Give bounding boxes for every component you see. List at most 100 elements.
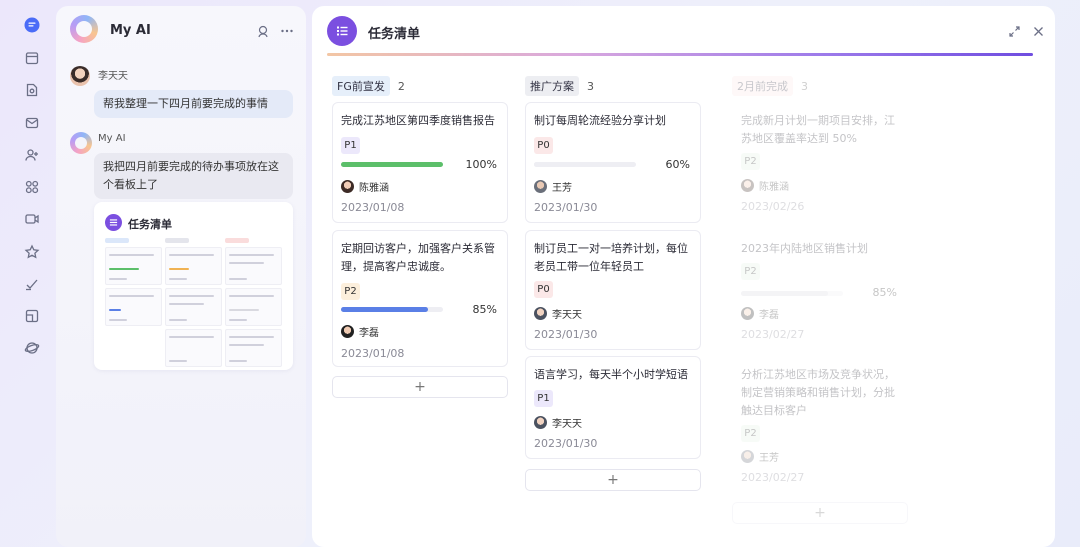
- priority-badge: P0: [534, 281, 553, 298]
- task-title: 完成新月计划一期项目安排，江苏地区覆盖率达到 50%: [741, 114, 895, 145]
- column-count: 3: [801, 79, 808, 93]
- preview-title: 任务清单: [128, 218, 172, 231]
- chat-header: My AI: [56, 6, 306, 56]
- task-title: 分析江苏地区市场及竞争状况，制定营销策略和销售计划，分批触达目标客户: [741, 368, 895, 417]
- my-ai-avatar-icon: [70, 132, 92, 154]
- assignee-avatar: [341, 180, 354, 193]
- task-title: 2023年内陆地区销售计划: [741, 242, 868, 255]
- task-date: 2023/02/27: [741, 471, 805, 484]
- assignee: 李磊: [341, 324, 379, 339]
- progress-bar: [341, 162, 443, 167]
- assignee: 李天天: [534, 306, 582, 321]
- user-name: 李天天: [98, 71, 128, 82]
- column-count: 2: [397, 79, 405, 93]
- header-accent-bar: [327, 53, 1033, 56]
- apps-icon[interactable]: [23, 178, 41, 196]
- assignee-avatar: [534, 416, 547, 429]
- star-icon[interactable]: [23, 243, 41, 261]
- priority-badge: P2: [741, 425, 760, 442]
- column-header-promo: 推广方案 3: [525, 76, 594, 96]
- assignee-avatar: [741, 179, 754, 192]
- assignee: 陈雅涵: [341, 179, 389, 194]
- task-card[interactable]: 制订员工一对一培养计划，每位老员工带一位年轻员工 P0 李天天 2023/01/…: [525, 230, 701, 350]
- more-icon[interactable]: [280, 23, 294, 37]
- approval-icon[interactable]: [23, 275, 41, 293]
- add-task-button[interactable]: +: [525, 469, 701, 491]
- column-tag: 2月前完成: [732, 76, 793, 96]
- assignee-name: 李磊: [359, 328, 379, 339]
- assignee-name: 李天天: [552, 419, 582, 430]
- assignee: 王芳: [741, 449, 779, 464]
- assignee: 王芳: [534, 179, 572, 194]
- list-icon: [327, 16, 357, 46]
- task-date: 2023/01/08: [341, 347, 405, 360]
- column-tag: 推广方案: [525, 76, 579, 96]
- progress-bar: [741, 291, 843, 296]
- task-date: 2023/01/30: [534, 437, 598, 450]
- priority-badge: P1: [534, 390, 553, 407]
- chat-title: My AI: [110, 23, 151, 38]
- progress-percent: 60%: [665, 158, 690, 171]
- task-card[interactable]: 分析江苏地区市场及竞争状况，制定营销策略和销售计划，分批触达目标客户 P2 王芳…: [732, 356, 908, 496]
- discover-icon[interactable]: [23, 339, 41, 357]
- assignee: 陈雅涵: [741, 178, 789, 193]
- my-ai-logo-icon: [70, 15, 98, 43]
- progress-percent: 85%: [472, 303, 497, 316]
- task-title: 完成江苏地区第四季度销售报告: [341, 114, 495, 127]
- user-avatar: [70, 66, 90, 86]
- board-preview-card[interactable]: 任务清单: [94, 202, 293, 370]
- task-title: 定期回访客户，加强客户关系管理，提高客户忠诚度。: [341, 242, 495, 273]
- assignee-name: 陈雅涵: [759, 182, 789, 193]
- calendar-icon[interactable]: [23, 49, 41, 67]
- priority-badge: P2: [341, 283, 360, 300]
- chat-icon[interactable]: [23, 16, 41, 34]
- column-header-feb: 2月前完成 3: [732, 76, 808, 96]
- document-icon[interactable]: [23, 81, 41, 99]
- task-title: 语言学习，每天半个小时学短语: [534, 368, 688, 381]
- new-chat-icon[interactable]: [256, 23, 270, 38]
- close-icon[interactable]: [1032, 23, 1046, 37]
- assignee-avatar: [741, 450, 754, 463]
- assignee: 李天天: [534, 415, 582, 430]
- task-board-panel: 任务清单 FG前宣发 2 完成江苏地区第四季度销售报告 P1 100% 陈雅涵 …: [312, 6, 1055, 547]
- ai-message: 我把四月前要完成的待办事项放在这个看板上了: [94, 153, 293, 199]
- assignee-name: 王芳: [552, 183, 572, 194]
- assignee-avatar: [741, 307, 754, 320]
- task-card[interactable]: 定期回访客户，加强客户关系管理，提高客户忠诚度。 P2 85% 李磊 2023/…: [332, 230, 508, 367]
- column-tag: FG前宣发: [332, 76, 390, 96]
- task-card[interactable]: 完成新月计划一期项目安排，江苏地区覆盖率达到 50% P2 陈雅涵 2023/0…: [732, 102, 908, 223]
- preview-column: [105, 238, 162, 329]
- assignee-name: 王芳: [759, 453, 779, 464]
- task-title: 制订每周轮流经验分享计划: [534, 114, 666, 127]
- add-task-button[interactable]: +: [332, 376, 508, 398]
- assignee-avatar: [341, 325, 354, 338]
- assignee-name: 陈雅涵: [359, 183, 389, 194]
- priority-badge: P0: [534, 137, 553, 154]
- contacts-icon[interactable]: [23, 146, 41, 164]
- list-icon: [105, 214, 122, 231]
- template-icon[interactable]: [23, 307, 41, 325]
- task-card[interactable]: 2023年内陆地区销售计划 P2 85% 李磊 2023/02/27: [732, 230, 908, 350]
- priority-badge: P2: [741, 263, 760, 280]
- task-card[interactable]: 完成江苏地区第四季度销售报告 P1 100% 陈雅涵 2023/01/08: [332, 102, 508, 223]
- video-icon[interactable]: [23, 210, 41, 228]
- progress-bar: [534, 162, 636, 167]
- ai-name: My AI: [98, 133, 126, 144]
- column-count: 3: [587, 79, 594, 93]
- priority-badge: P1: [341, 137, 360, 154]
- task-title: 制订员工一对一培养计划，每位老员工带一位年轻员工: [534, 242, 688, 273]
- assignee-name: 李天天: [552, 310, 582, 321]
- add-task-button[interactable]: +: [732, 502, 908, 524]
- priority-badge: P2: [741, 153, 760, 170]
- user-message: 帮我整理一下四月前要完成的事情: [94, 90, 293, 118]
- progress-percent: 100%: [465, 158, 497, 171]
- task-date: 2023/02/27: [741, 328, 805, 341]
- task-card[interactable]: 制订每周轮流经验分享计划 P0 60% 王芳 2023/01/30: [525, 102, 701, 223]
- column-header-fg: FG前宣发 2: [332, 76, 405, 96]
- mail-icon[interactable]: [23, 114, 41, 132]
- assignee-name: 李磊: [759, 310, 779, 321]
- task-date: 2023/01/30: [534, 328, 598, 341]
- task-card[interactable]: 语言学习，每天半个小时学短语 P1 李天天 2023/01/30: [525, 356, 701, 459]
- task-date: 2023/02/26: [741, 200, 805, 213]
- expand-icon[interactable]: [1008, 23, 1022, 37]
